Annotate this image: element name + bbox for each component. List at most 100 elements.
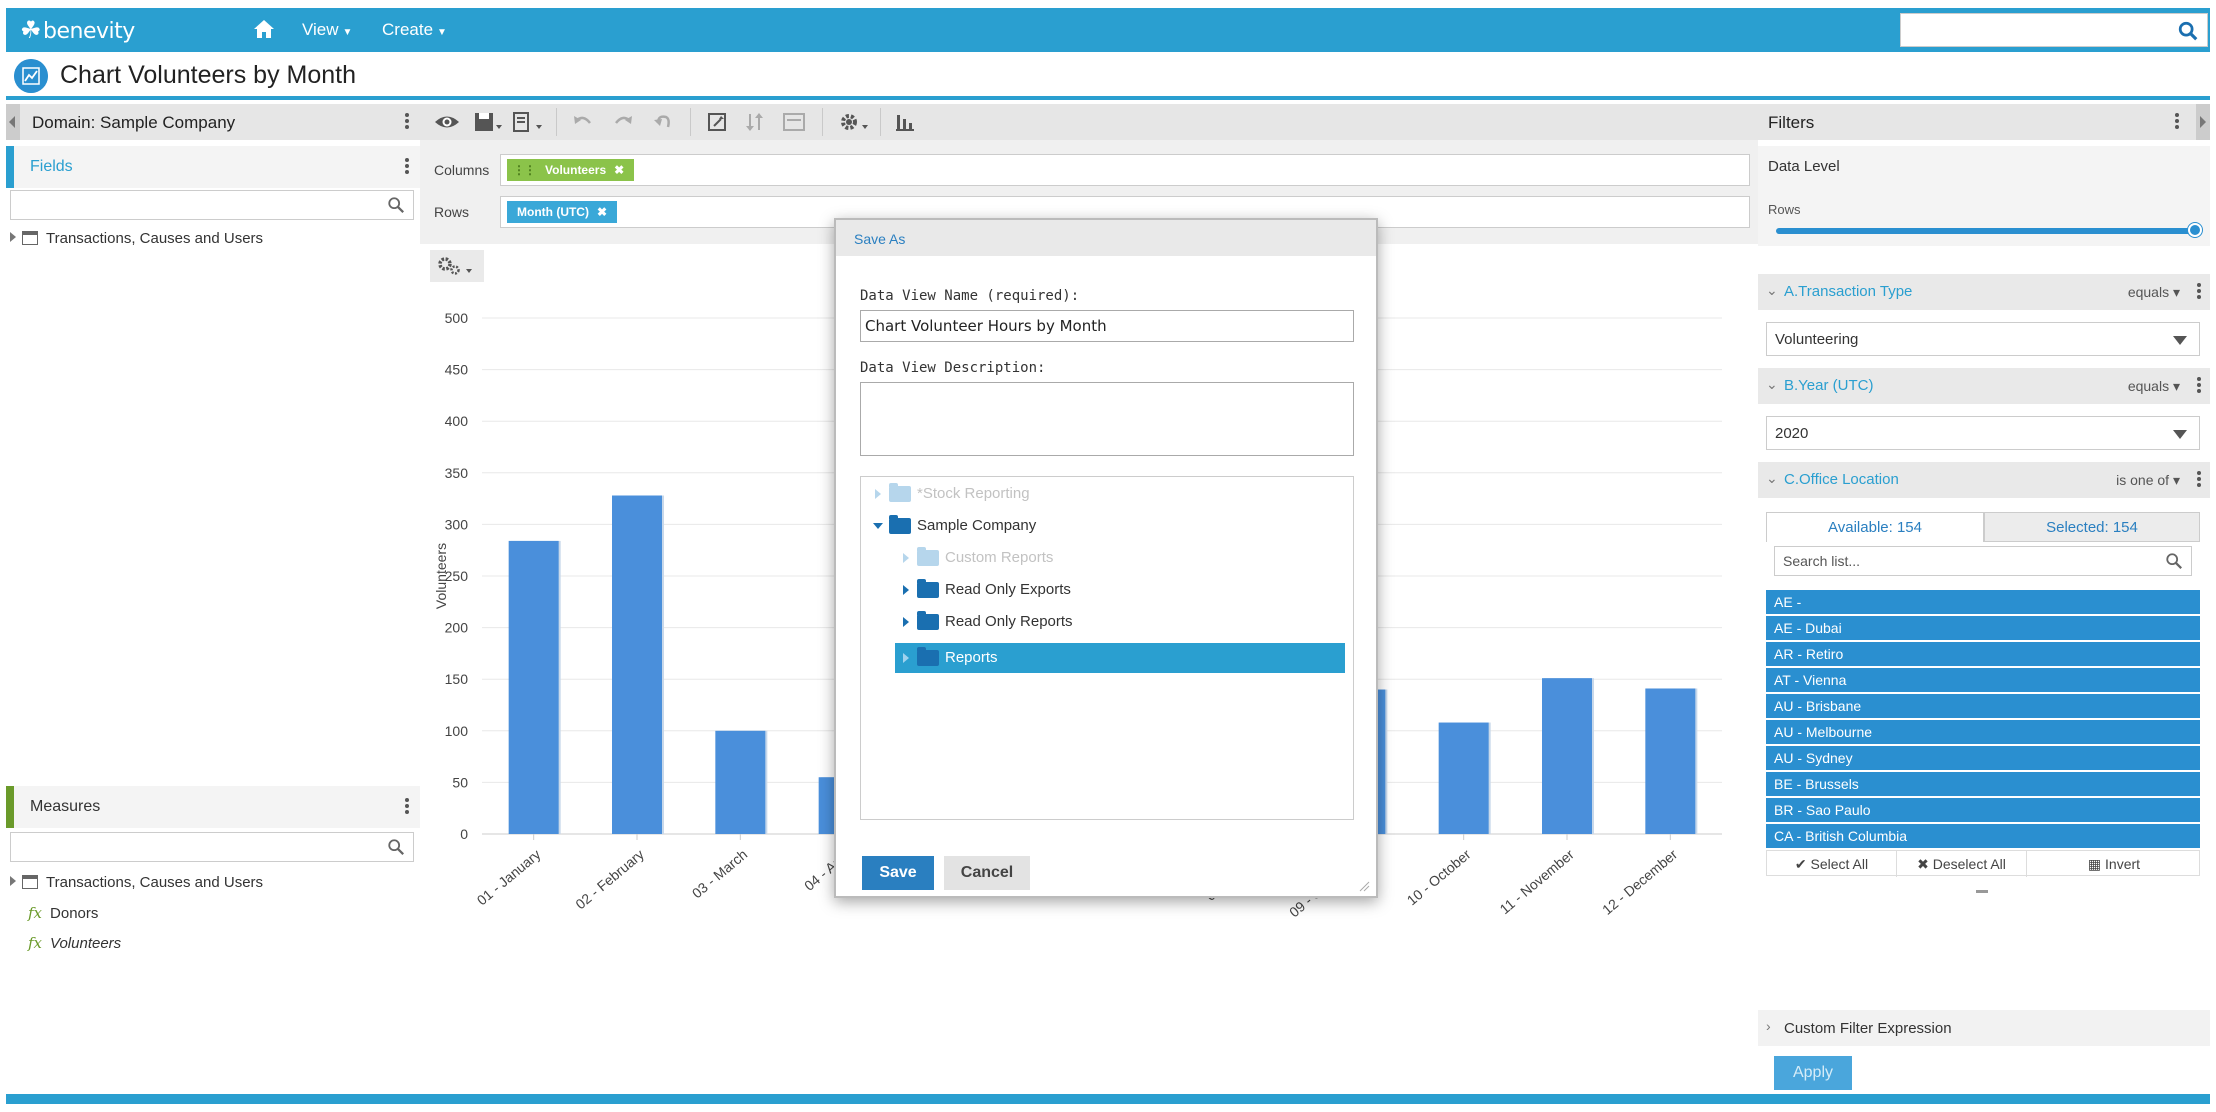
slider-handle[interactable]	[2188, 223, 2202, 237]
invert-button[interactable]: ▦ Invert	[2027, 851, 2201, 877]
search-icon[interactable]	[2177, 20, 2199, 42]
folder-custom-reports: Custom Reports	[903, 543, 1333, 573]
folder-reports-selected[interactable]: Reports	[895, 643, 1345, 673]
data-level-label: Data Level	[1768, 158, 1840, 175]
page-title: Chart Volunteers by Month	[60, 61, 356, 89]
tab-available[interactable]: Available: 154	[1766, 512, 1984, 542]
search-icon	[388, 839, 404, 855]
measure-donors[interactable]: fx Donors	[28, 904, 98, 926]
expand-icon	[10, 232, 16, 242]
chevron-down-icon: ⌄	[1766, 376, 1778, 392]
deselect-all-button[interactable]: ✖ Deselect All	[1897, 851, 2027, 877]
settings-gear-icon[interactable]	[838, 111, 870, 133]
list-item[interactable]: AE -	[1766, 590, 2200, 615]
fields-tree-item[interactable]: Transactions, Causes and Users	[10, 230, 263, 252]
x-tick-label: 01 - January	[474, 846, 544, 908]
resize-handle[interactable]	[1976, 890, 1988, 893]
list-item[interactable]: AU - Melbourne	[1766, 720, 2200, 745]
eye-icon[interactable]	[434, 111, 460, 133]
select-all-button[interactable]: ✔ Select All	[1767, 851, 1897, 877]
y-tick-label: 400	[445, 413, 469, 429]
location-search-input[interactable]: Search list...	[1774, 546, 2192, 576]
x-icon: ✖	[1917, 856, 1929, 872]
resize-grip-icon[interactable]	[1358, 880, 1370, 892]
cancel-button[interactable]: Cancel	[944, 856, 1030, 890]
benevity-logo[interactable]: ☘benevity	[20, 16, 135, 44]
list-item[interactable]: BR - Sao Paulo	[1766, 798, 2200, 823]
list-item[interactable]: BE - Brussels	[1766, 772, 2200, 797]
folder-icon	[917, 611, 939, 630]
undo-icon[interactable]	[572, 111, 594, 133]
measures-search-input[interactable]	[10, 832, 414, 862]
form-icon[interactable]	[782, 111, 806, 133]
remove-pill-icon: ✖	[596, 205, 608, 219]
data-view-name-input[interactable]: Chart Volunteer Hours by Month	[860, 310, 1354, 342]
year-select[interactable]: 2020	[1766, 416, 2200, 450]
filter-menu-icon[interactable]	[2196, 469, 2202, 491]
x-tick-label: 11 - November	[1497, 846, 1578, 917]
dialog-header[interactable]: Save As	[836, 220, 1376, 256]
folder-read-only-exports[interactable]: Read Only Exports	[903, 575, 1333, 605]
expand-icon	[903, 617, 909, 627]
measure-volunteers[interactable]: fx Volunteers	[28, 934, 121, 956]
collapse-icon	[873, 523, 883, 529]
view-menu[interactable]: View ▼	[302, 20, 352, 40]
filter-year[interactable]: ⌄ B.Year (UTC) equals ▾	[1758, 368, 2210, 404]
measures-tree-item[interactable]: Transactions, Causes and Users	[10, 874, 263, 896]
chevron-right-icon: ›	[1766, 1018, 1771, 1034]
y-tick-label: 300	[445, 516, 469, 532]
save-icon[interactable]	[474, 111, 504, 133]
fields-label: Fields	[30, 158, 73, 175]
search-icon	[388, 197, 404, 213]
save-button[interactable]: Save	[862, 856, 934, 890]
volunteers-pill[interactable]: ⋮⋮ Volunteers ✖	[507, 159, 635, 181]
data-level-slider[interactable]	[1776, 228, 2196, 234]
operator-dropdown[interactable]: equals ▾	[2128, 378, 2180, 395]
filter-transaction-type[interactable]: ⌄ A.Transaction Type equals ▾	[1758, 274, 2210, 310]
columns-shelf[interactable]: ⋮⋮ Volunteers ✖	[500, 154, 1750, 186]
global-search-input[interactable]	[1900, 13, 2208, 47]
collapse-left-button[interactable]	[6, 104, 20, 140]
name-label: Data View Name (required):	[860, 288, 1080, 304]
folder-read-only-reports[interactable]: Read Only Reports	[903, 607, 1333, 637]
filters-menu-icon[interactable]	[2174, 111, 2180, 133]
domain-menu-icon[interactable]	[404, 111, 410, 133]
list-item[interactable]: AU - Brisbane	[1766, 694, 2200, 719]
list-item[interactable]: AU - Sydney	[1766, 746, 2200, 771]
tab-selected[interactable]: Selected: 154	[1984, 512, 2200, 542]
x-tick-label: 02 - February	[572, 846, 647, 912]
chart-settings-button[interactable]	[430, 250, 484, 282]
create-menu[interactable]: Create ▼	[382, 20, 447, 40]
transaction-type-select[interactable]: Volunteering	[1766, 322, 2200, 356]
home-icon[interactable]	[252, 17, 276, 41]
list-item[interactable]: CA - British Columbia	[1766, 824, 2200, 849]
operator-dropdown[interactable]: equals ▾	[2128, 284, 2180, 301]
measures-header: Measures	[6, 786, 420, 828]
revert-icon[interactable]	[652, 111, 674, 133]
pivot-icon[interactable]	[706, 111, 728, 133]
list-item[interactable]: AT - Vienna	[1766, 668, 2200, 693]
sort-icon[interactable]	[744, 111, 766, 133]
y-tick-label: 450	[445, 362, 469, 378]
chart-line-icon	[14, 59, 48, 93]
description-label: Data View Description:	[860, 360, 1046, 376]
filter-menu-icon[interactable]	[2196, 375, 2202, 397]
list-item[interactable]: AE - Dubai	[1766, 616, 2200, 641]
filter-office-location[interactable]: ⌄ C.Office Location is one of ▾	[1758, 462, 2210, 498]
filter-menu-icon[interactable]	[2196, 281, 2202, 303]
data-view-description-input[interactable]	[860, 382, 1354, 456]
fields-menu-icon[interactable]	[404, 156, 410, 178]
month-pill[interactable]: Month (UTC) ✖	[507, 201, 618, 223]
export-icon[interactable]	[512, 111, 544, 133]
fields-search-input[interactable]	[10, 190, 414, 220]
custom-filter-expression[interactable]: › Custom Filter Expression	[1758, 1010, 2210, 1046]
list-item[interactable]: AR - Retiro	[1766, 642, 2200, 667]
collapse-right-button[interactable]	[2196, 104, 2210, 140]
folder-sample-company[interactable]: Sample Company	[873, 511, 1335, 541]
operator-dropdown[interactable]: is one of ▾	[2116, 472, 2180, 489]
redo-icon[interactable]	[612, 111, 634, 133]
measures-menu-icon[interactable]	[404, 796, 410, 818]
bar-chart-icon[interactable]	[894, 111, 916, 133]
fields-header: Fields	[6, 146, 420, 188]
apply-button[interactable]: Apply	[1774, 1056, 1852, 1090]
